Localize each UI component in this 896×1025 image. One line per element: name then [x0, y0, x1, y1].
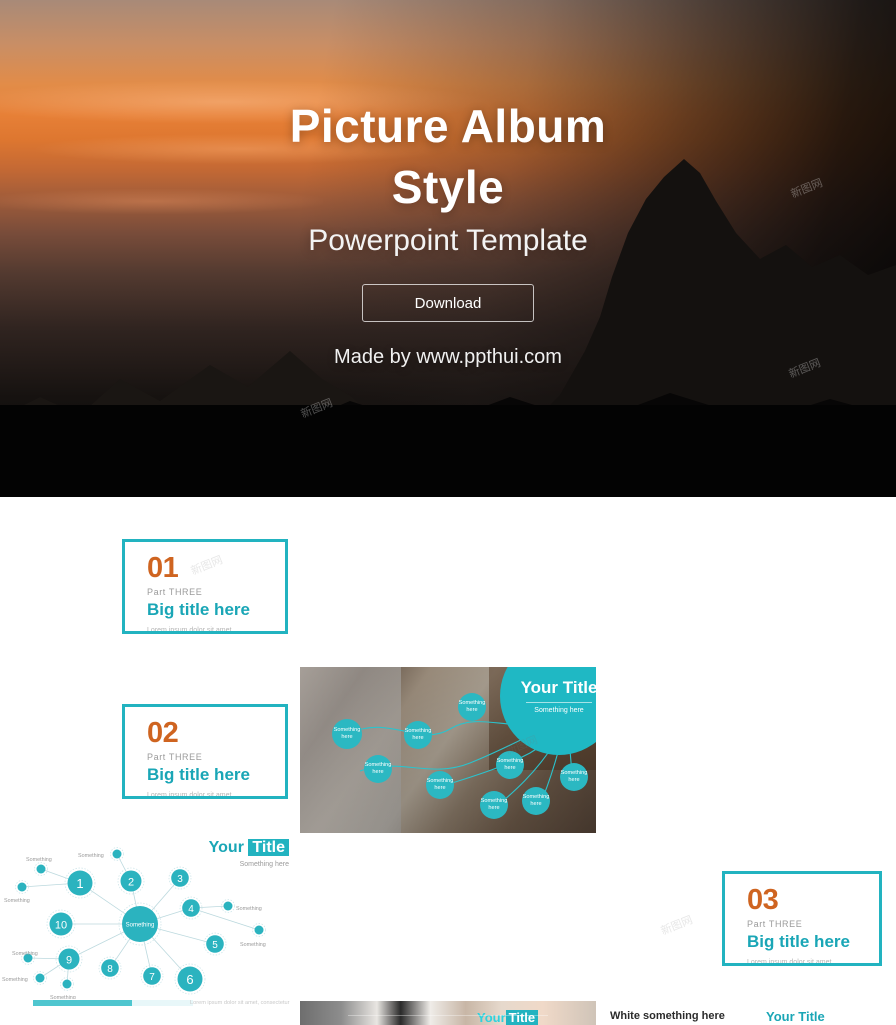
divider	[526, 702, 592, 703]
bottom-strip-white-text: White something here	[610, 1010, 725, 1022]
download-button[interactable]: Download	[362, 284, 534, 323]
network-diagram-slide[interactable]: Something 1 2 3 4 5 6 7 8 9 10 Something…	[0, 831, 297, 999]
progress-track	[33, 1000, 193, 1006]
svg-text:Something: Something	[240, 942, 266, 948]
card-title: Big title here	[147, 600, 250, 619]
bubble-node[interactable]: Something here	[480, 791, 508, 819]
bubble-node[interactable]: Something here	[522, 787, 550, 815]
slides-grid: 01 Part THREE Big title here Lorem ipsum…	[0, 497, 896, 1025]
bubble-network-slide[interactable]: Your Title Something here Something here…	[300, 667, 596, 833]
svg-text:Something: Something	[26, 857, 52, 863]
svg-text:Something: Something	[2, 977, 28, 983]
card-part-label: Part THREE	[747, 919, 803, 929]
svg-text:4: 4	[188, 904, 194, 915]
bubble-node[interactable]: Something here	[426, 771, 454, 799]
progress-bar[interactable]	[33, 1000, 193, 1006]
svg-text:7: 7	[149, 972, 155, 983]
number-card-02[interactable]: 02 Part THREE Big title here Lorem ipsum…	[122, 704, 288, 799]
svg-text:Something: Something	[236, 906, 262, 912]
svg-text:6: 6	[186, 972, 193, 987]
bottom-strip-right-title: Your Title	[766, 1009, 825, 1024]
bubble-node[interactable]: Something here	[332, 719, 362, 749]
svg-text:9: 9	[66, 955, 72, 967]
card-body: Lorem ipsum dolor sit amet, consectetur …	[747, 959, 834, 966]
card-body: Lorem ipsum dolor sit amet, consectetur …	[147, 792, 234, 799]
svg-text:5: 5	[212, 940, 218, 951]
page-root: Picture Album Style Powerpoint Template …	[0, 0, 896, 1025]
bigger-title-slide[interactable]: Bigger title is here Lorem ipsum dolor s…	[300, 1001, 596, 1025]
svg-text:1: 1	[76, 876, 83, 891]
card-title: Big title here	[747, 932, 850, 951]
card-part-label: Part THREE	[147, 587, 203, 597]
network-subtitle: Something here	[239, 861, 289, 868]
svg-text:Something: Something	[78, 853, 104, 859]
hero-title-line2: Style	[391, 160, 505, 213]
bubble-node[interactable]: Something here	[404, 721, 432, 749]
number-card-01[interactable]: 01 Part THREE Big title here Lorem ipsum…	[122, 539, 288, 634]
hero-banner: Picture Album Style Powerpoint Template …	[0, 0, 896, 497]
svg-text:Something: Something	[4, 898, 30, 904]
progress-caption: Lorem ipsum dolor sit amet, consectetur	[190, 1000, 290, 1006]
card-number: 02	[147, 717, 179, 749]
hero-made-by: Made by www.ppthui.com	[334, 346, 562, 369]
bubble-node[interactable]: Something here	[560, 763, 588, 791]
svg-text:Something: Something	[50, 995, 76, 999]
card-title: Big title here	[147, 765, 250, 784]
progress-fill	[33, 1000, 133, 1006]
hero-title: Picture Album Style	[290, 96, 607, 217]
number-card-03[interactable]: 03 Part THREE Big title here Lorem ipsum…	[722, 871, 882, 966]
bubble-circle-subtitle: Something here	[534, 707, 584, 714]
svg-text:Something: Something	[126, 923, 155, 929]
bigger-title-content: Bigger title is here Lorem ipsum dolor s…	[300, 1001, 596, 1025]
card-number: 03	[747, 884, 779, 916]
bubble-node[interactable]: Something here	[458, 693, 486, 721]
hero-title-line1: Picture Album	[289, 100, 607, 152]
network-title: Your Title	[209, 839, 289, 857]
card-body: Lorem ipsum dolor sit amet, consectetur …	[147, 627, 234, 634]
network-header: Your Title Something here	[209, 839, 289, 868]
divider	[348, 1015, 548, 1016]
watermark: 新图网	[658, 913, 695, 938]
svg-text:8: 8	[107, 964, 113, 975]
card-part-label: Part THREE	[147, 752, 203, 762]
card-number: 01	[147, 552, 179, 584]
svg-text:10: 10	[55, 920, 67, 932]
hero-subtitle: Powerpoint Template	[308, 224, 588, 258]
bubble-node[interactable]: Something here	[364, 755, 392, 783]
bubble-node[interactable]: Something here	[496, 751, 524, 779]
svg-text:Something: Something	[12, 951, 38, 957]
svg-text:3: 3	[177, 874, 183, 885]
hero-content: Picture Album Style Powerpoint Template …	[0, 0, 896, 497]
bubble-circle-title: Your Title	[520, 678, 596, 697]
svg-text:2: 2	[128, 877, 134, 889]
